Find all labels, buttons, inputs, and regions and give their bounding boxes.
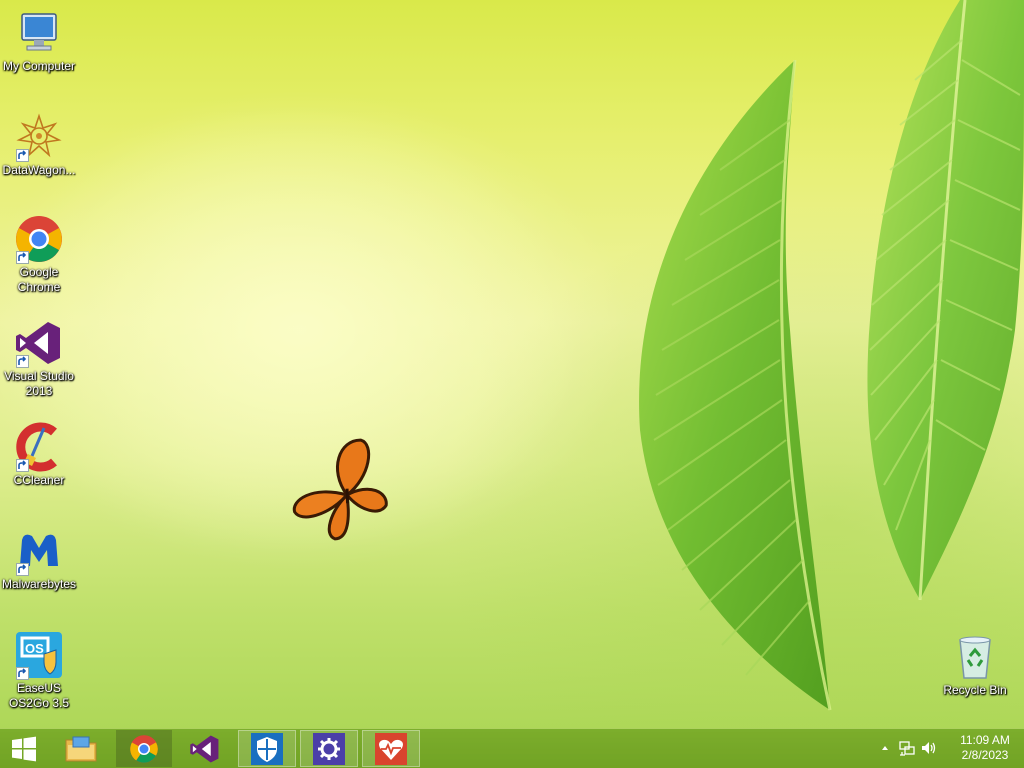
leaf-left — [639, 60, 830, 710]
desktop-icon-label: CCleaner — [13, 473, 65, 487]
desktop-icon-label: Google Chrome — [17, 265, 61, 294]
speaker-icon[interactable] — [920, 739, 938, 757]
desktop-icon-recycle-bin[interactable]: Recycle Bin — [936, 632, 1014, 698]
desktop-icon-label: EaseUS OS2Go 3.5 — [8, 681, 70, 710]
shortcut-arrow-icon — [16, 563, 29, 576]
shortcut-arrow-icon — [16, 149, 29, 162]
desktop-icon-google-chrome[interactable]: Google Chrome — [0, 214, 78, 295]
desktop-icon-datawagon[interactable]: DataWagon... — [0, 112, 78, 178]
desktop-icon-visual-studio[interactable]: Visual Studio 2013 — [0, 318, 78, 399]
gear-icon — [313, 732, 345, 765]
shortcut-arrow-icon — [16, 355, 29, 368]
taskbar-google-chrome[interactable] — [116, 730, 172, 767]
taskbar: 11:09 AM 2/8/2023 — [0, 728, 1024, 768]
shortcut-arrow-icon — [16, 459, 29, 472]
wallpaper — [0, 0, 1024, 711]
chrome-icon — [130, 734, 158, 763]
butterfly — [292, 438, 388, 541]
recycle-bin-icon — [959, 636, 991, 679]
desktop-icon-label: My Computer — [2, 59, 76, 73]
clock-time: 11:09 AM — [960, 733, 1010, 747]
clock-date: 2/8/2023 — [961, 748, 1009, 762]
desktop-icon-easeus-os2go[interactable]: OS EaseUS OS2Go 3.5 — [0, 630, 78, 711]
visual-studio-icon — [190, 735, 219, 762]
leaf-right — [867, 0, 1024, 600]
desktop-icon-malwarebytes[interactable]: Malwarebytes — [0, 526, 78, 592]
desktop[interactable]: My Computer DataWagon... Google Chrome V… — [0, 0, 1024, 768]
desktop-icon-my-computer[interactable]: My Computer — [0, 8, 78, 74]
computer-icon — [21, 13, 57, 51]
taskbar-settings[interactable] — [300, 730, 358, 767]
start-button[interactable] — [0, 730, 48, 767]
windows-logo-icon — [12, 736, 36, 761]
shortcut-arrow-icon — [16, 667, 29, 680]
clock[interactable]: 11:09 AM 2/8/2023 — [950, 733, 1020, 763]
desktop-icon-label: Recycle Bin — [943, 683, 1007, 697]
shortcut-arrow-icon — [16, 251, 29, 264]
shield-icon — [251, 732, 283, 765]
network-icon[interactable] — [898, 739, 916, 757]
system-tray: 11:09 AM 2/8/2023 — [864, 729, 1024, 768]
svg-text:OS: OS — [25, 641, 44, 656]
chevron-up-icon[interactable] — [876, 739, 894, 757]
taskbar-file-explorer[interactable] — [56, 730, 106, 767]
taskbar-windows-defender[interactable] — [238, 730, 296, 767]
taskbar-health-monitor[interactable] — [362, 730, 420, 767]
heart-pulse-icon — [375, 732, 407, 765]
desktop-icon-ccleaner[interactable]: CCleaner — [0, 422, 78, 488]
taskbar-visual-studio[interactable] — [180, 730, 230, 767]
file-explorer-icon — [65, 736, 97, 761]
desktop-icon-label: DataWagon... — [2, 163, 76, 177]
desktop-icon-label: Malwarebytes — [1, 577, 77, 591]
desktop-icon-label: Visual Studio 2013 — [4, 369, 74, 398]
